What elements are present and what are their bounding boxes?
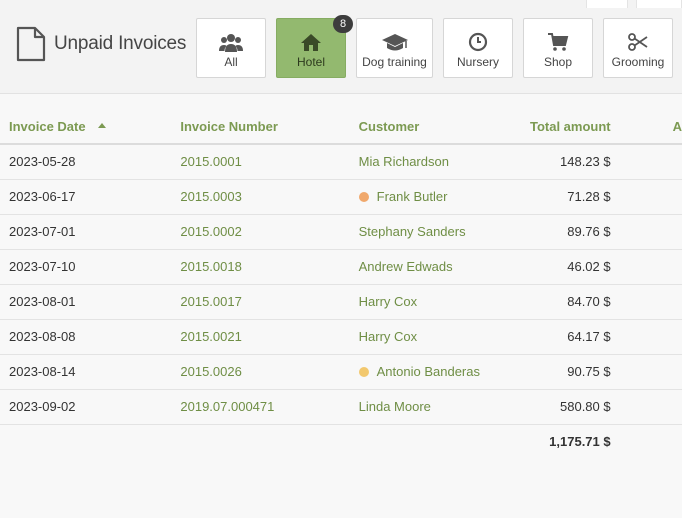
table-header-row: Invoice Date Invoice Number Customer Tot… — [0, 109, 682, 145]
column-header-invoice-date[interactable]: Invoice Date — [0, 109, 181, 145]
invoice-number-link[interactable]: 2019.07.000471 — [180, 389, 359, 425]
customer-name: Antonio Banderas — [376, 364, 480, 379]
customer-name: Andrew Edwads — [358, 259, 453, 274]
customer-link[interactable]: Frank Butler — [358, 179, 525, 215]
invoice-date: 2023-08-14 — [0, 354, 181, 390]
status-dot — [358, 367, 369, 377]
customer-link[interactable]: Stephany Sanders — [358, 214, 525, 250]
table-row[interactable]: 2023-09-02 2019.07.000471 Linda Moore 58… — [0, 389, 682, 425]
invoice-number-link[interactable]: 2015.0018 — [180, 249, 359, 285]
customer-link[interactable]: Linda Moore — [358, 389, 525, 425]
invoice-date: 2023-06-17 — [0, 179, 181, 215]
invoice-date: 2023-05-28 — [0, 144, 181, 180]
customer-name: Frank Butler — [376, 189, 448, 204]
column-header-truncated[interactable]: A — [610, 109, 682, 145]
table-row[interactable]: 2023-06-17 2015.0003 Frank Butler 71.28 … — [0, 179, 682, 215]
top-bar-segment — [586, 0, 628, 8]
total-amount: 89.76 $ — [524, 214, 611, 250]
total-amount: 84.70 $ — [524, 284, 611, 320]
table-row[interactable]: 2023-08-14 2015.0026 Antonio Banderas 90… — [0, 354, 682, 390]
invoice-date: 2023-08-08 — [0, 319, 181, 355]
invoice-date: 2023-08-01 — [0, 284, 181, 320]
tab-label: Hotel — [296, 55, 325, 69]
customer-name: Harry Cox — [358, 294, 418, 309]
sort-ascending-icon — [97, 122, 106, 128]
customer-name: Mia Richardson — [358, 154, 449, 170]
total-amount: 580.80 $ — [524, 389, 611, 425]
total-amount: 64.17 $ — [524, 319, 611, 355]
total-amount: 46.02 $ — [524, 249, 611, 285]
title-area: Unpaid Invoices — [15, 26, 186, 62]
table-row[interactable]: 2023-05-28 2015.0001 Mia Richardson 148.… — [0, 144, 682, 180]
page-header: Unpaid Invoices All Hotel 8 Dog training… — [0, 0, 682, 94]
tab-label: Dog training — [362, 55, 427, 69]
total-amount: 148.23 $ — [524, 144, 611, 180]
tab-shop[interactable]: Shop — [523, 18, 593, 78]
graduation-cap-icon — [381, 34, 408, 51]
tab-label: Shop — [543, 55, 573, 69]
total-amount: 90.75 $ — [524, 354, 611, 390]
top-bar-segment — [636, 0, 682, 8]
customer-name: Harry Cox — [358, 329, 418, 344]
invoice-number-link[interactable]: 2015.0002 — [180, 214, 359, 250]
tab-hotel[interactable]: Hotel 8 — [276, 15, 353, 78]
table-row[interactable]: 2023-08-08 2015.0021 Harry Cox 64.17 $ — [0, 319, 682, 355]
tab-grooming[interactable]: Grooming — [603, 18, 673, 78]
cart-icon — [548, 33, 569, 51]
tab-nursery[interactable]: Nursery — [443, 18, 513, 78]
total-row: 1,175.71 $ — [0, 424, 682, 459]
customer-link[interactable]: Harry Cox — [358, 319, 525, 355]
invoice-number-link[interactable]: 2015.0003 — [180, 179, 359, 215]
count-badge: 8 — [333, 15, 353, 33]
home-icon — [301, 34, 321, 51]
column-header-customer[interactable]: Customer — [358, 109, 525, 145]
tab-dog-training[interactable]: Dog training — [356, 18, 433, 78]
total-amount: 71.28 $ — [524, 179, 611, 215]
tab-all[interactable]: All — [196, 18, 266, 78]
invoice-number-link[interactable]: 2015.0026 — [180, 354, 359, 390]
grand-total: 1,175.71 $ — [549, 434, 611, 450]
invoice-date: 2023-07-01 — [0, 214, 181, 250]
table-row[interactable]: 2023-07-10 2015.0018 Andrew Edwads 46.02… — [0, 249, 682, 285]
table-row[interactable]: 2023-08-01 2015.0017 Harry Cox 84.70 $ — [0, 284, 682, 320]
status-dot — [358, 192, 369, 202]
table-row[interactable]: 2023-07-01 2015.0002 Stephany Sanders 89… — [0, 214, 682, 250]
customer-link[interactable]: Harry Cox — [358, 284, 525, 320]
tab-label: Grooming — [611, 55, 665, 69]
customer-name: Linda Moore — [358, 399, 431, 414]
page-title: Unpaid Invoices — [54, 33, 187, 54]
invoice-date: 2023-09-02 — [0, 389, 181, 425]
invoice-number-link[interactable]: 2015.0021 — [180, 319, 359, 355]
column-header-total-amount[interactable]: Total amount — [524, 109, 611, 145]
tab-label: Nursery — [456, 55, 499, 69]
users-icon — [219, 34, 243, 52]
customer-link[interactable]: Antonio Banderas — [358, 354, 525, 390]
invoice-table: Invoice Date Invoice Number Customer Tot… — [0, 109, 682, 459]
invoice-number-link[interactable]: 2015.0017 — [180, 284, 359, 320]
clock-icon — [468, 32, 488, 52]
invoice-date: 2023-07-10 — [0, 249, 181, 285]
scissors-icon — [628, 33, 648, 51]
customer-link[interactable]: Mia Richardson — [358, 144, 525, 180]
column-header-invoice-number[interactable]: Invoice Number — [180, 109, 359, 145]
tab-label: All — [224, 55, 238, 69]
document-icon — [16, 26, 46, 62]
invoice-number-link[interactable]: 2015.0001 — [180, 144, 359, 180]
customer-link[interactable]: Andrew Edwads — [358, 249, 525, 285]
customer-name: Stephany Sanders — [358, 224, 466, 239]
